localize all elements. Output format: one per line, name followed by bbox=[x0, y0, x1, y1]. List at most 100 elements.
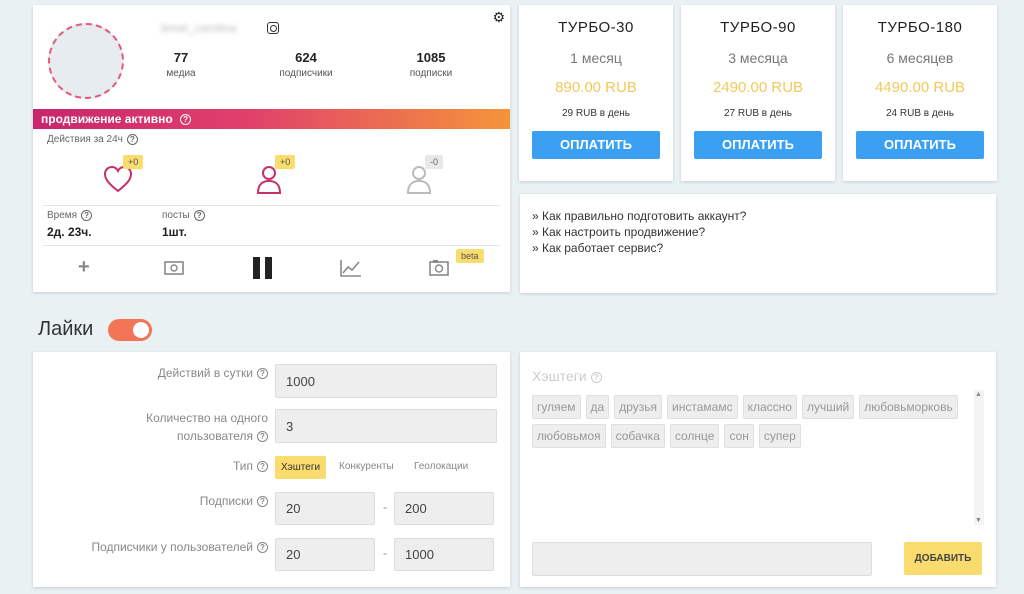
gear-icon[interactable]: ⚙ bbox=[492, 9, 505, 26]
hashtag-chip[interactable]: друзья bbox=[614, 395, 663, 419]
help-icon[interactable]: ? bbox=[257, 368, 268, 380]
range-separator: - bbox=[383, 500, 387, 514]
type-tab-hashtags[interactable]: Хэштеги bbox=[275, 456, 327, 479]
promo-status-bar: продвижение активно ? bbox=[33, 109, 510, 129]
scroll-down-icon[interactable]: ▼ bbox=[975, 517, 982, 524]
stats-chart-icon[interactable] bbox=[340, 259, 362, 277]
hashtag-chip[interactable]: любовьморковь bbox=[859, 395, 958, 419]
hashtag-chip[interactable]: супер bbox=[758, 424, 801, 448]
posts-label: посты? bbox=[162, 210, 205, 221]
hashtag-chip[interactable]: классно bbox=[742, 395, 797, 419]
follow-user-icon bbox=[256, 166, 282, 194]
tariff-card-turbo-30: ТУРБО-30 1 месяц 890.00 RUB 29 RUB в ден… bbox=[519, 5, 673, 181]
pause-icon[interactable] bbox=[251, 256, 275, 280]
promo-status-text: продвижение активно bbox=[41, 112, 173, 126]
tariff-price: 890.00 RUB bbox=[555, 79, 637, 96]
hashtag-chip[interactable]: да bbox=[585, 395, 610, 419]
tariff-name: ТУРБО-180 bbox=[877, 19, 963, 36]
help-icon[interactable]: ? bbox=[590, 371, 602, 383]
followers-to-input[interactable]: 1000 bbox=[394, 538, 494, 571]
tariff-name: ТУРБО-90 bbox=[720, 19, 796, 36]
hashtag-chip[interactable]: гуляем bbox=[532, 395, 581, 419]
money-icon[interactable] bbox=[164, 261, 184, 275]
faq-card: » Как правильно подготовить аккаунт? » К… bbox=[520, 194, 996, 293]
tariff-card-turbo-180: ТУРБО-180 6 месяцев 4490.00 RUB 24 RUB в… bbox=[843, 5, 997, 181]
tariff-card-turbo-90: ТУРБО-90 3 месяца 2490.00 RUB 27 RUB в д… bbox=[681, 5, 835, 181]
tariff-period: 3 месяца bbox=[728, 50, 788, 66]
time-value: 2д. 23ч. bbox=[47, 225, 92, 239]
scroll-up-icon[interactable]: ▲ bbox=[975, 391, 982, 398]
type-label: Тип? bbox=[48, 459, 268, 473]
help-icon[interactable]: ? bbox=[81, 210, 93, 221]
type-tab-geolocations[interactable]: Геолокации bbox=[414, 461, 468, 472]
tariff-price: 4490.00 RUB bbox=[874, 79, 966, 96]
hashtag-chip[interactable]: солнце bbox=[669, 424, 720, 448]
follows-badge: +0 bbox=[275, 155, 296, 169]
tariff-per-day: 27 RUB в день bbox=[723, 108, 792, 119]
stat-followers: 624 подписчики bbox=[279, 50, 333, 79]
pay-button[interactable]: ОПЛАТИТЬ bbox=[532, 131, 660, 159]
help-icon[interactable]: ? bbox=[257, 542, 268, 554]
help-icon[interactable]: ? bbox=[126, 134, 138, 145]
divider bbox=[43, 205, 500, 206]
posts-value: 1шт. bbox=[162, 225, 187, 239]
tariff-price: 2490.00 RUB bbox=[712, 79, 804, 96]
photo-camera-icon[interactable] bbox=[429, 259, 449, 276]
hashtags-title: Хэштеги? bbox=[532, 368, 602, 384]
faq-link-setup-promotion[interactable]: » Как настроить продвижение? bbox=[532, 224, 984, 240]
unfollows-badge: -0 bbox=[425, 155, 444, 169]
actions-label: Действия за 24ч? bbox=[47, 134, 138, 145]
heart-icon bbox=[103, 165, 133, 193]
per-user-input[interactable]: 3 bbox=[275, 409, 497, 443]
tariff-period: 6 месяцев bbox=[886, 50, 954, 66]
stat-media: 77 медиа bbox=[166, 50, 196, 79]
add-icon[interactable]: + bbox=[78, 256, 90, 279]
hashtag-input[interactable] bbox=[532, 542, 872, 576]
faq-link-prepare-account[interactable]: » Как правильно подготовить аккаунт? bbox=[532, 208, 984, 224]
actions-per-day-input[interactable]: 1000 bbox=[275, 364, 497, 398]
add-hashtag-button[interactable]: ДОБАВИТЬ bbox=[904, 542, 982, 575]
subs-from-input[interactable]: 20 bbox=[275, 492, 375, 525]
range-separator: - bbox=[383, 546, 387, 560]
likes-settings-card: Действий в сутки? 1000 Количество на одн… bbox=[33, 352, 510, 587]
pay-button[interactable]: ОПЛАТИТЬ bbox=[856, 131, 984, 159]
likes-toggle[interactable] bbox=[108, 319, 152, 341]
tariff-per-day: 24 RUB в день bbox=[885, 108, 954, 119]
followers-label: Подписчики у пользователей? bbox=[48, 540, 268, 554]
help-icon[interactable]: ? bbox=[257, 461, 268, 473]
per-user-label: Количество на одного пользователя? bbox=[146, 411, 268, 443]
subs-to-input[interactable]: 200 bbox=[394, 492, 494, 525]
actions-per-day-label: Действий в сутки? bbox=[48, 366, 268, 380]
instagram-icon[interactable] bbox=[267, 22, 279, 34]
time-label: Время? bbox=[47, 210, 93, 221]
beta-badge: beta bbox=[456, 249, 484, 263]
profile-card: brest_carolina ⚙ 77 медиа 624 подписчики… bbox=[33, 5, 510, 292]
avatar[interactable] bbox=[48, 23, 124, 99]
hashtag-list: гуляем да друзья инстамамс классно лучший любо… bbox=[532, 395, 972, 448]
stat-following: 1085 подписки bbox=[409, 50, 453, 79]
type-tab-competitors[interactable]: Конкуренты bbox=[339, 461, 394, 472]
help-icon[interactable]: ? bbox=[193, 210, 205, 221]
tariff-period: 1 месяц bbox=[570, 50, 622, 66]
divider bbox=[43, 245, 500, 246]
pay-button[interactable]: ОПЛАТИТЬ bbox=[694, 131, 822, 159]
hashtags-card: Хэштеги? гуляем да друзья инстамамс классно л… bbox=[520, 352, 996, 587]
hashtag-chip[interactable]: любовьмоя bbox=[532, 424, 606, 448]
faq-link-how-it-works[interactable]: » Как работает сервис? bbox=[532, 240, 984, 256]
hashtag-chip[interactable]: сон bbox=[724, 424, 754, 448]
followers-from-input[interactable]: 20 bbox=[275, 538, 375, 571]
username[interactable]: brest_carolina bbox=[161, 21, 236, 35]
tariff-per-day: 29 RUB в день bbox=[561, 108, 630, 119]
likes-title: Лайки bbox=[38, 318, 94, 340]
likes-badge: +0 bbox=[123, 155, 144, 169]
hashtag-chip[interactable]: лучший bbox=[801, 395, 855, 419]
hashtag-chip[interactable]: собачка bbox=[610, 424, 665, 448]
help-icon[interactable]: ? bbox=[257, 496, 268, 508]
tariff-name: ТУРБО-30 bbox=[558, 19, 634, 36]
help-icon[interactable]: ? bbox=[180, 114, 192, 126]
scrollbar[interactable]: ▲ ▼ bbox=[974, 390, 984, 525]
help-icon[interactable]: ? bbox=[257, 431, 268, 443]
unfollow-user-icon bbox=[406, 166, 432, 194]
subs-label: Подписки? bbox=[48, 494, 268, 508]
hashtag-chip[interactable]: инстамамс bbox=[667, 395, 738, 419]
